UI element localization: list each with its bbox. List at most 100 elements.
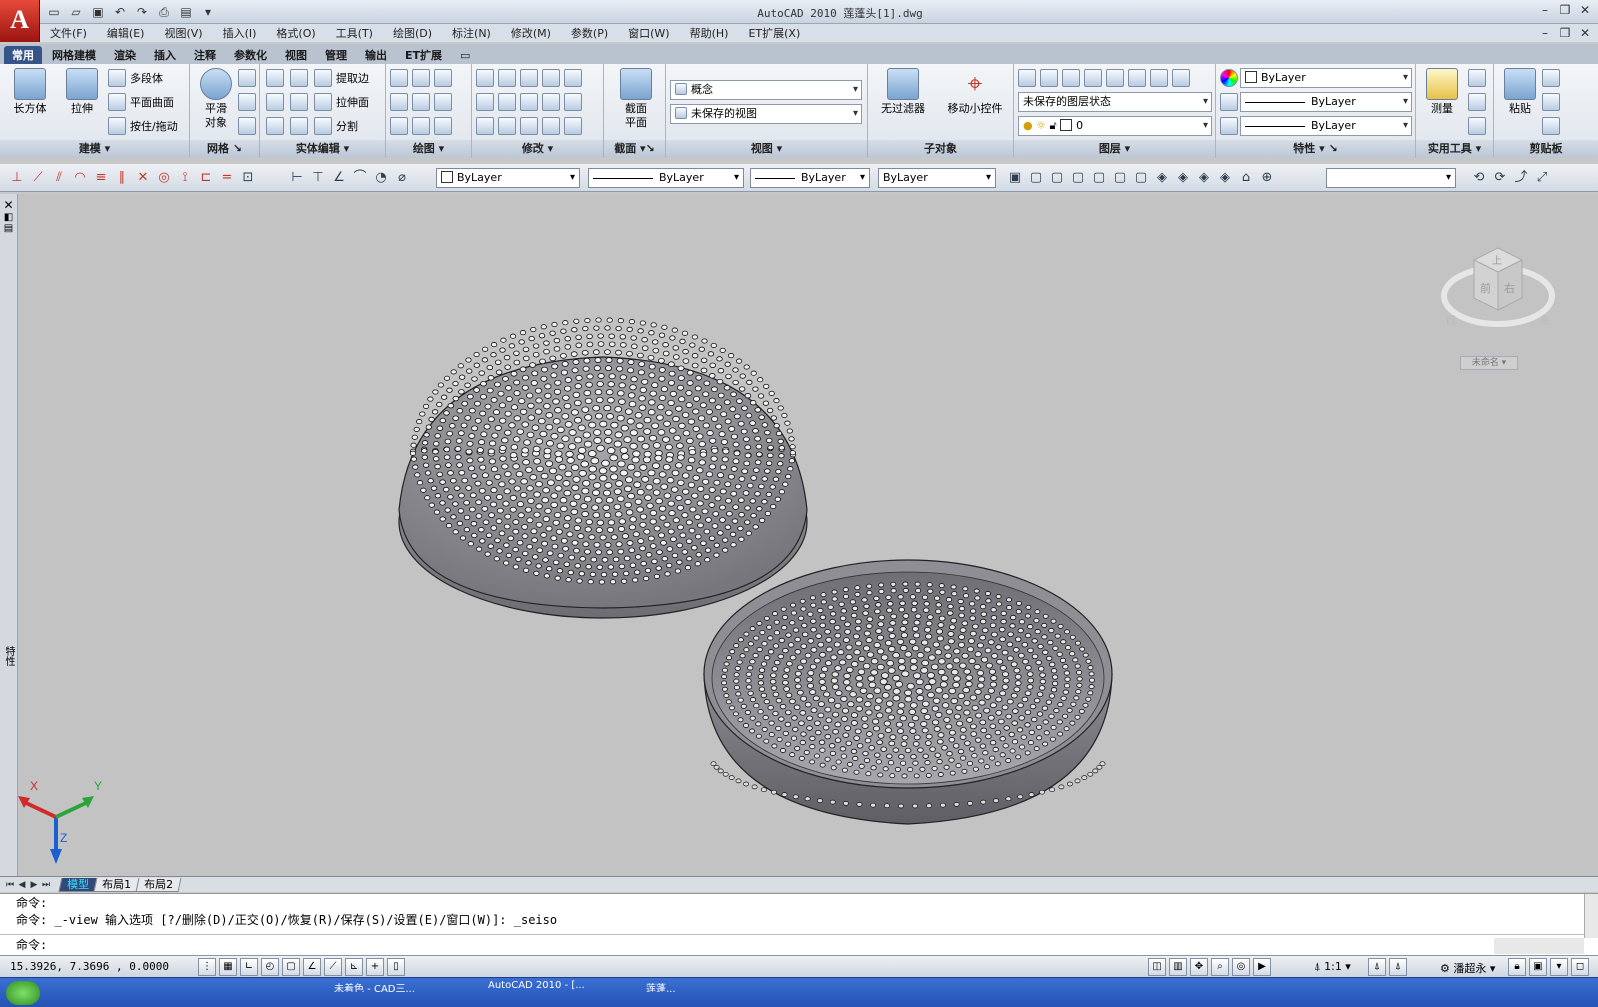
palette-close-icon[interactable]: ✕	[0, 198, 17, 212]
extract-edges-button[interactable]: 提取边	[314, 68, 369, 88]
ducs-icon[interactable]: ⊾	[345, 958, 363, 976]
snap-insert-icon[interactable]: ⊏	[197, 169, 215, 187]
snap-tangent-icon[interactable]: ⟟	[176, 169, 194, 187]
panel-title-utilities[interactable]: 实用工具 ▾	[1416, 140, 1493, 158]
polar-icon[interactable]: ◴	[261, 958, 279, 976]
qat-dropdown-icon[interactable]: ▾	[198, 3, 218, 21]
first-tab-icon[interactable]: ⏮	[4, 880, 16, 890]
view-front-icon[interactable]: ▢	[1111, 169, 1129, 187]
panel-title-modeling[interactable]: 建模 ▾	[0, 140, 189, 158]
snap-perpendicular-icon[interactable]: =	[218, 169, 236, 187]
taskbar-item-3[interactable]: 莲蓬...	[646, 980, 790, 992]
panel-title-layers[interactable]: 图层 ▾	[1014, 140, 1215, 158]
menu-et-express[interactable]: ET扩展(X)	[748, 25, 800, 41]
layout-tab-layout2[interactable]: 布局2	[135, 877, 182, 892]
section-plane-button[interactable]: 截面 平面	[614, 68, 658, 130]
layout-tab-layout1[interactable]: 布局1	[93, 877, 140, 892]
named-views-icon[interactable]: ▣	[1006, 169, 1024, 187]
match-properties-button[interactable]	[1542, 116, 1560, 136]
showmotion-icon[interactable]: ▶	[1253, 958, 1271, 976]
saved-view-dropdown[interactable]: 未保存的视图	[670, 104, 862, 124]
next-tab-icon[interactable]: ▶	[28, 880, 40, 890]
tab-annotate[interactable]: 注释	[186, 46, 224, 64]
snap-mode-icon[interactable]: ⋮	[198, 958, 216, 976]
union-button[interactable]	[266, 68, 284, 88]
palette-autohide-icon[interactable]: ◧	[0, 212, 17, 223]
redo-icon[interactable]: ↷	[132, 3, 152, 21]
view-right-icon[interactable]: ▢	[1090, 169, 1108, 187]
osnap-icon[interactable]: ▢	[282, 958, 300, 976]
snap-intersection-icon[interactable]: ✕	[134, 169, 152, 187]
otrack-icon[interactable]: ⟋	[324, 958, 342, 976]
snap-extension-icon[interactable]: ≡	[92, 169, 110, 187]
current-layer-dropdown[interactable]: ● ☼ 🔓︎ 0	[1018, 116, 1212, 136]
camera-icon[interactable]: ⌂	[1237, 169, 1255, 187]
annotation-visibility-icon[interactable]: ⍋	[1368, 958, 1386, 976]
menu-format[interactable]: 格式(O)	[276, 25, 315, 41]
model-canvas[interactable]: X Y Z	[18, 194, 1598, 876]
dim-diameter-icon[interactable]: ⌀	[393, 169, 411, 187]
lineweight-dropdown[interactable]: ByLayer	[1240, 92, 1412, 112]
command-window[interactable]: 命令: 命令: _-view 输入选项 [?/删除(D)/正交(O)/恢复(R)…	[0, 893, 1598, 955]
planesurf-button[interactable]: 平面曲面	[108, 92, 174, 112]
snap-parallel-icon[interactable]: ∥	[113, 169, 131, 187]
prev-tab-icon[interactable]: ◀	[16, 880, 28, 890]
menu-tools[interactable]: 工具(T)	[336, 25, 373, 41]
menu-dimension[interactable]: 标注(N)	[452, 25, 491, 41]
lineweight-toggle-icon[interactable]: ▯	[387, 958, 405, 976]
dim-angular-icon[interactable]: ∠	[330, 169, 348, 187]
toolbar-color-dropdown[interactable]: ByLayer	[436, 168, 580, 188]
viewcube-graphic[interactable]: 上 前 右 西 东	[1438, 234, 1558, 364]
dim-aligned-icon[interactable]: ⊤	[309, 169, 327, 187]
open-file-icon[interactable]: ▱	[66, 3, 86, 21]
panel-title-modify[interactable]: 修改 ▾	[472, 140, 603, 158]
zoom-icon[interactable]: ⊕	[1258, 169, 1276, 187]
annotation-scale[interactable]: ⍋ 1:1 ▾	[1314, 960, 1351, 974]
view-bottom-icon[interactable]: ▢	[1048, 169, 1066, 187]
snap-midpoint-icon[interactable]: ⫽	[50, 169, 68, 187]
command-prompt[interactable]: 命令:	[16, 936, 47, 954]
smooth-object-button[interactable]: 平滑 对象	[194, 68, 238, 130]
extrude-faces-button[interactable]: 拉伸面	[314, 92, 369, 112]
toolbar-plotstyle-dropdown[interactable]: ByLayer	[878, 168, 996, 188]
shower-head-bowl[interactable]	[703, 559, 1113, 825]
coordinates-readout[interactable]: 15.3926, 7.3696 , 0.0000	[10, 960, 169, 973]
command-horizontal-scrollbar[interactable]	[1494, 938, 1584, 954]
menu-modify[interactable]: 修改(M)	[511, 25, 551, 41]
draw-line-button[interactable]	[390, 68, 452, 88]
3dosnap-icon[interactable]: ∠	[303, 958, 321, 976]
maximize-icon[interactable]: ❐	[1558, 3, 1572, 17]
clean-screen-icon[interactable]: ◻	[1571, 958, 1589, 976]
pan-icon[interactable]: ✥	[1190, 958, 1208, 976]
polysolid-button[interactable]: 多段体	[108, 68, 163, 88]
id-point-button[interactable]	[1468, 92, 1486, 112]
ucs-world-icon[interactable]: ⟲	[1470, 169, 1488, 187]
tab-et-express[interactable]: ET扩展	[397, 46, 450, 64]
palette-menu-icon[interactable]: ▤	[0, 223, 17, 234]
ucs-origin-icon[interactable]: ⟳	[1491, 169, 1509, 187]
move-gizmo-button[interactable]: ⌖ 移动小控件	[940, 68, 1010, 116]
view-left-icon[interactable]: ▢	[1069, 169, 1087, 187]
panel-title-properties[interactable]: 特性 ▾ ↘	[1216, 140, 1415, 158]
start-button[interactable]	[6, 981, 40, 1005]
ucs-menu-button[interactable]: 未命名 ▾	[1460, 356, 1518, 370]
panel-title-section[interactable]: 截面 ▾↘	[604, 140, 665, 158]
slice-button[interactable]	[290, 68, 308, 88]
cut-button[interactable]	[1542, 68, 1560, 88]
quick-view-icon[interactable]: ▥	[1169, 958, 1187, 976]
shower-head-dome[interactable]	[398, 317, 808, 619]
doc-restore-icon[interactable]: ❐	[1558, 26, 1572, 40]
menu-insert[interactable]: 插入(I)	[223, 25, 257, 41]
workspace-switch[interactable]: ⚙ 潘超永 ▾	[1440, 960, 1495, 976]
dyn-icon[interactable]: +	[366, 958, 384, 976]
print-icon[interactable]: ⎙	[154, 3, 174, 21]
tab-parametric[interactable]: 参数化	[226, 46, 275, 64]
ucs-dropdown[interactable]	[1326, 168, 1456, 188]
hardware-accel-icon[interactable]: ▣	[1529, 958, 1547, 976]
tab-view[interactable]: 视图	[277, 46, 315, 64]
calculator-button[interactable]	[1468, 116, 1486, 136]
minimize-icon[interactable]: –	[1538, 3, 1552, 17]
layer-state-dropdown[interactable]: 未保存的图层状态	[1018, 92, 1212, 112]
dim-arc-icon[interactable]: ⌒	[351, 169, 369, 187]
panel-title-mesh[interactable]: 网格 ↘	[190, 140, 259, 158]
